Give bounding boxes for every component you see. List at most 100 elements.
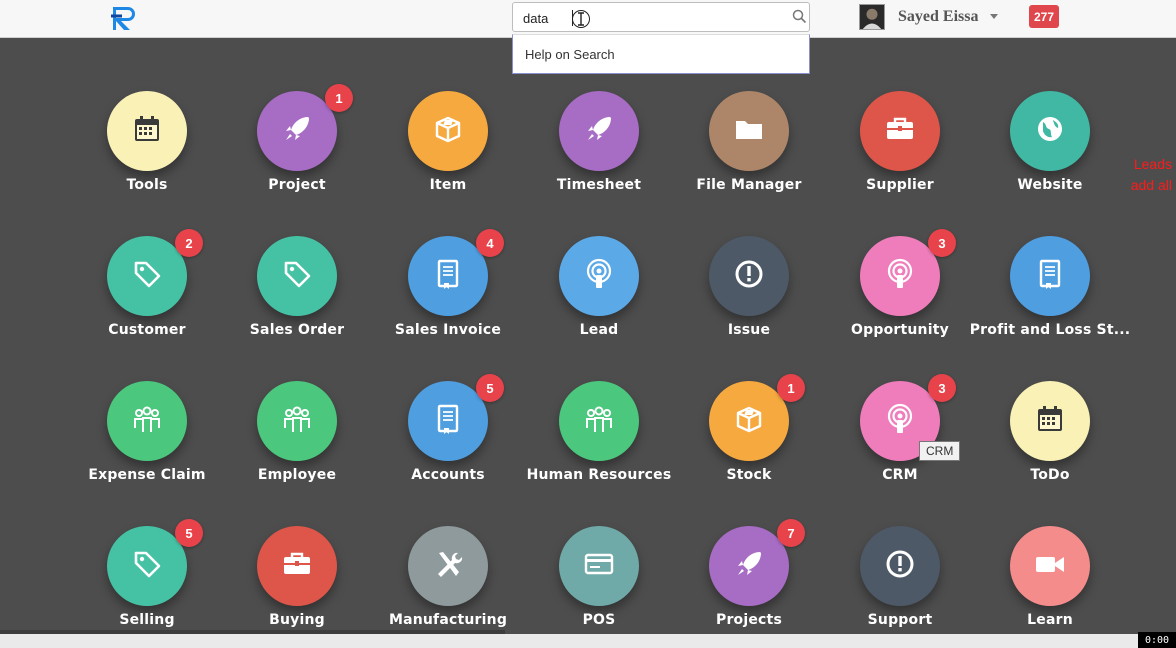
app-icon-circle[interactable] [559,236,639,316]
app-label[interactable]: Issue [664,322,834,338]
app-tile-manufacturing[interactable]: Manufacturing [373,526,523,646]
app-label[interactable]: Selling [62,612,232,628]
tag-icon [130,547,164,586]
app-label[interactable]: Support [815,612,985,628]
app-label[interactable]: Employee [212,467,382,483]
app-tile-timesheet[interactable]: Timesheet [524,91,674,211]
app-tile-todo[interactable]: ToDo [975,381,1125,501]
app-icon-circle[interactable] [408,91,488,171]
search-input[interactable] [523,9,763,27]
app-tile-tools[interactable]: Tools [72,91,222,211]
app-label[interactable]: Expense Claim [62,467,232,483]
app-label[interactable]: Timesheet [514,177,684,193]
app-tile-projects[interactable]: Projects 7 [674,519,824,646]
app-count-badge: 1 [777,374,805,402]
app-label[interactable]: POS [514,612,684,628]
app-label[interactable]: Stock [664,467,834,483]
app-tile-sales-invoice[interactable]: Sales Invoice 4 [373,229,523,356]
app-icon-circle[interactable] [860,526,940,606]
app-tile-support[interactable]: Support [825,526,975,646]
app-tile-human-resources[interactable]: Human Resources [524,381,674,501]
app-tile-learn[interactable]: Learn [975,526,1125,646]
globe-icon [1033,112,1067,151]
app-count-badge: 4 [476,229,504,257]
side-note-add-all: add all [1130,177,1172,193]
search-field[interactable] [512,2,810,32]
app-tile-file-manager[interactable]: File Manager [674,91,824,211]
app-icon-circle[interactable] [559,91,639,171]
app-tile-profit-and-loss-st[interactable]: Profit and Loss St... [970,236,1130,356]
app-icon-circle[interactable] [257,526,337,606]
app-label[interactable]: Customer [62,322,232,338]
app-tile-employee[interactable]: Employee [222,381,372,501]
app-tile-sales-order[interactable]: Sales Order [222,236,372,356]
tag-icon [280,257,314,296]
app-count-badge: 1 [325,84,353,112]
app-label[interactable]: Item [363,177,533,193]
app-icon-circle[interactable] [257,236,337,316]
box-icon [732,402,766,441]
app-tile-lead[interactable]: Lead [524,236,674,356]
app-tile-issue[interactable]: Issue [674,236,824,356]
search-icon[interactable] [792,9,807,24]
app-label[interactable]: CRM [815,467,985,483]
app-icon-circle[interactable] [107,91,187,171]
app-tile-project[interactable]: Project 1 [222,84,372,211]
app-icon-circle[interactable] [257,381,337,461]
app-tile-expense-claim[interactable]: Expense Claim [72,381,222,501]
app-label[interactable]: Sales Order [212,322,382,338]
user-name[interactable]: Sayed Eissa [898,8,978,26]
book-icon [431,402,465,441]
broadcast-icon [883,257,917,296]
app-label[interactable]: ToDo [965,467,1135,483]
app-icon-circle[interactable] [559,526,639,606]
app-tile-opportunity[interactable]: Opportunity 3 [825,229,975,356]
app-label[interactable]: File Manager [664,177,834,193]
app-tile-buying[interactable]: Buying [222,526,372,646]
app-icon-circle[interactable] [1010,381,1090,461]
app-icon-circle[interactable] [860,91,940,171]
app-label[interactable]: Supplier [815,177,985,193]
app-label[interactable]: Learn [965,612,1135,628]
app-label[interactable]: Lead [514,322,684,338]
app-label[interactable]: Website [965,177,1135,193]
app-icon-circle[interactable] [1010,91,1090,171]
app-icon-circle[interactable] [408,526,488,606]
app-icon-circle[interactable] [1010,236,1090,316]
app-tile-item[interactable]: Item [373,91,523,211]
help-on-search-item[interactable]: Help on Search [525,47,615,62]
app-tile-website[interactable]: Website [975,91,1125,211]
app-tile-pos[interactable]: POS [524,526,674,646]
app-icon-circle[interactable] [709,91,789,171]
notification-count-badge[interactable]: 277 [1029,5,1059,28]
folder-icon [732,112,766,151]
app-label[interactable]: Manufacturing [363,612,533,628]
video-icon [1033,547,1067,586]
app-logo[interactable] [110,4,140,32]
app-label[interactable]: Human Resources [514,467,684,483]
app-label[interactable]: Project [212,177,382,193]
app-count-badge: 5 [175,519,203,547]
box-icon [431,112,465,151]
app-tile-selling[interactable]: Selling 5 [72,519,222,646]
user-menu-chevron-down-icon[interactable] [990,14,998,19]
top-navbar: Sayed Eissa 277 [0,0,1176,38]
app-label[interactable]: Projects [664,612,834,628]
app-icon-circle[interactable] [559,381,639,461]
app-icon-circle[interactable] [1010,526,1090,606]
app-tile-stock[interactable]: Stock 1 [674,374,824,501]
app-label[interactable]: Opportunity [815,322,985,338]
tag-icon [130,257,164,296]
app-tile-customer[interactable]: Customer 2 [72,229,222,356]
app-label[interactable]: Buying [212,612,382,628]
app-label[interactable]: Profit and Loss St... [965,322,1135,338]
app-tile-accounts[interactable]: Accounts 5 [373,374,523,501]
app-icon-circle[interactable] [709,236,789,316]
app-tile-supplier[interactable]: Supplier [825,91,975,211]
user-avatar[interactable] [859,4,885,30]
app-label[interactable]: Tools [62,177,232,193]
tools-icon [431,547,465,586]
app-label[interactable]: Accounts [363,467,533,483]
app-label[interactable]: Sales Invoice [363,322,533,338]
app-icon-circle[interactable] [107,381,187,461]
